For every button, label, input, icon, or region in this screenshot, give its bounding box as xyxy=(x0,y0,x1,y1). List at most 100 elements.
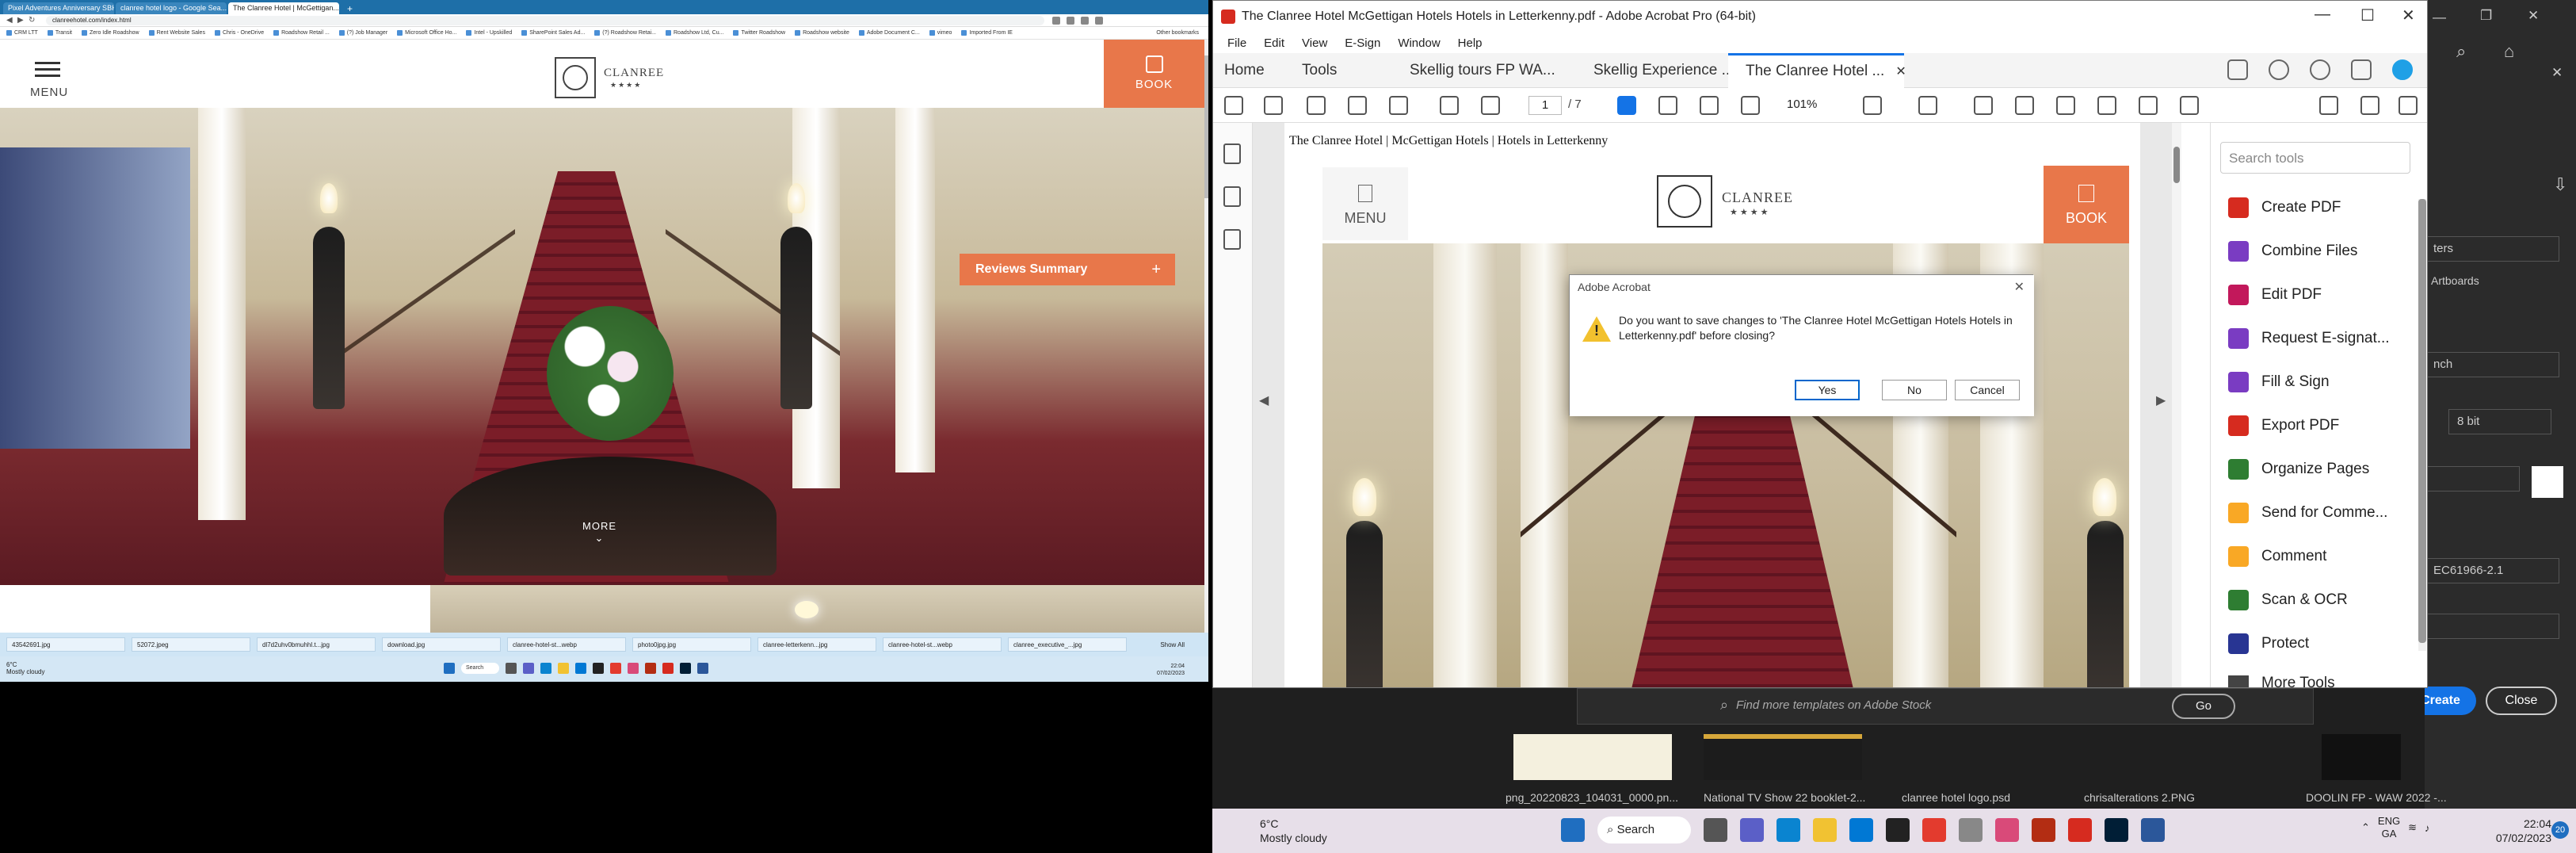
menu-esign[interactable]: E-Sign xyxy=(1345,36,1380,50)
tool-send-for-comment[interactable]: Send for Comme... xyxy=(2228,501,2387,525)
acrobat-icon[interactable] xyxy=(2068,818,2092,842)
reload-icon[interactable]: ↻ xyxy=(29,16,40,25)
hamburger-menu-icon[interactable] xyxy=(35,62,60,81)
download-item[interactable]: clanree-hotel-st...webp xyxy=(507,637,626,652)
download-item[interactable]: clanree-letterkenn...jpg xyxy=(758,637,876,652)
bit-depth-dropdown[interactable]: 8 bit xyxy=(2448,409,2551,434)
task-view-icon[interactable] xyxy=(506,663,517,674)
mail-icon[interactable] xyxy=(575,663,586,674)
extension-icon[interactable] xyxy=(1052,16,1060,25)
photoshop-icon[interactable] xyxy=(2105,818,2128,842)
tab-home[interactable]: Home xyxy=(1224,53,1265,88)
bookmark[interactable]: CRM LTT xyxy=(6,30,38,36)
template-thumbnail[interactable] xyxy=(1704,734,1862,780)
bookmark[interactable]: Roadshow website xyxy=(795,30,849,36)
bookmark[interactable]: vimeo xyxy=(929,30,952,36)
zoom-in-icon[interactable] xyxy=(1741,96,1760,115)
color-swatch[interactable] xyxy=(2532,466,2563,498)
right-clock[interactable]: 22:04 07/02/2023 xyxy=(2480,817,2551,845)
avatar[interactable] xyxy=(2392,59,2413,80)
bookmark[interactable]: (?) Roadshow Retai... xyxy=(594,30,656,36)
zoom-level[interactable]: 101% xyxy=(1787,98,1817,111)
site-menu-label[interactable]: MENU xyxy=(30,86,68,99)
bookmark[interactable]: Imported From IE xyxy=(961,30,1013,36)
wifi-icon[interactable]: ≋ xyxy=(2408,821,2417,834)
left-clock[interactable]: 22:04 07/02/2023 xyxy=(1157,663,1185,677)
menu-edit[interactable]: Edit xyxy=(1264,36,1284,50)
tool-combine-files[interactable]: Combine Files xyxy=(2228,239,2357,263)
profile-icon[interactable] xyxy=(1095,16,1103,25)
tool-scan-ocr[interactable]: Scan & OCR xyxy=(2228,588,2348,612)
scroll-mode-icon[interactable] xyxy=(1918,96,1937,115)
show-all-downloads[interactable]: Show All xyxy=(1160,641,1185,648)
bookmark[interactable]: Intel - Upskilled xyxy=(466,30,512,36)
notification-badge[interactable]: 20 xyxy=(2551,821,2569,839)
chevron-up-icon[interactable]: ⌃ xyxy=(2361,821,2370,834)
expand-right-icon[interactable]: ▶ xyxy=(2156,392,2166,408)
language-indicator[interactable]: ENG GA xyxy=(2378,815,2400,840)
tool-organize-pages[interactable]: Organize Pages xyxy=(2228,457,2369,481)
hand-icon[interactable] xyxy=(1658,96,1677,115)
explorer-icon[interactable] xyxy=(1813,818,1837,842)
template-thumbnail[interactable] xyxy=(2322,734,2401,780)
word-icon[interactable] xyxy=(697,663,708,674)
template-thumbnail[interactable] xyxy=(1513,734,1672,780)
illustrator-icon[interactable] xyxy=(645,663,656,674)
tool-edit-pdf[interactable]: Edit PDF xyxy=(2228,283,2322,307)
draw-icon[interactable] xyxy=(2056,96,2075,115)
highlight-icon[interactable] xyxy=(2015,96,2034,115)
menu-help[interactable]: Help xyxy=(1458,36,1483,50)
mail-icon[interactable] xyxy=(1849,818,1873,842)
close-icon[interactable]: ✕ xyxy=(2402,6,2415,25)
select-pointer-icon[interactable] xyxy=(1617,96,1636,115)
cancel-button[interactable]: Cancel xyxy=(1955,380,2020,400)
tab-skellig-tours[interactable]: Skellig tours FP WA... xyxy=(1410,53,1555,88)
bookmark[interactable]: SharePoint Sales Ad... xyxy=(521,30,585,36)
bookmark[interactable]: Roadshow Ltd, Cu... xyxy=(666,30,723,36)
menu-window[interactable]: Window xyxy=(1398,36,1440,50)
tool-protect[interactable]: Protect xyxy=(2228,632,2309,656)
search-icon[interactable]: ⌕ xyxy=(2456,41,2466,62)
new-tab-button[interactable]: + xyxy=(341,3,359,14)
photos-icon[interactable] xyxy=(1959,818,1983,842)
download-item[interactable]: dl7d2uhv0bmuhhl.t...jpg xyxy=(257,637,376,652)
bookmark[interactable]: (?) Job Manager xyxy=(338,30,387,36)
zoom-out-icon[interactable] xyxy=(1700,96,1719,115)
stamp-icon[interactable] xyxy=(2097,96,2116,115)
restore-icon[interactable]: ❐ xyxy=(2480,8,2492,24)
close-icon[interactable]: ✕ xyxy=(2551,65,2563,81)
tool-more-tools[interactable]: More Tools xyxy=(2228,675,2335,687)
word-icon[interactable] xyxy=(2141,818,2165,842)
chrome-tab[interactable]: clanree hotel logo - Google Sea... xyxy=(116,2,227,14)
download-item[interactable]: 43542691.jpg xyxy=(6,637,125,652)
netflix-icon[interactable] xyxy=(1886,818,1910,842)
bookmark-star-icon[interactable] xyxy=(1264,96,1283,115)
sign-icon[interactable] xyxy=(2319,96,2338,115)
reviews-summary-button[interactable]: Reviews Summary + xyxy=(960,254,1175,285)
chrome-scrollbar[interactable] xyxy=(1204,40,1208,633)
tool-request-esign[interactable]: Request E-signat... xyxy=(2228,327,2390,350)
apps-grid-icon[interactable] xyxy=(2351,59,2372,80)
minimize-icon[interactable]: — xyxy=(2433,10,2446,25)
extension-icon[interactable] xyxy=(1081,16,1089,25)
indesign-icon[interactable] xyxy=(1995,818,2019,842)
go-button[interactable]: Go xyxy=(2172,694,2235,719)
acrobat-icon[interactable] xyxy=(662,663,674,674)
photoshop-icon[interactable] xyxy=(680,663,691,674)
clanree-logo-icon[interactable] xyxy=(555,57,596,98)
taskbar-search[interactable]: ⌕ Search xyxy=(1597,817,1691,843)
yes-button[interactable]: Yes xyxy=(1795,380,1860,400)
bookmark[interactable]: Chris - OneDrive xyxy=(214,30,264,36)
color-profile-dropdown[interactable]: EC61966-2.1 xyxy=(2425,558,2559,583)
forward-icon[interactable]: ▶ xyxy=(17,16,29,25)
help-icon[interactable] xyxy=(2269,59,2289,80)
chrome-tab[interactable]: Pixel Adventures Anniversary SBH... xyxy=(3,2,114,14)
gift-icon[interactable]: ⌂ xyxy=(2504,41,2514,62)
attachment-icon[interactable] xyxy=(1223,229,1241,250)
weather-widget[interactable]: 6°C Mostly cloudy xyxy=(1260,817,1327,845)
tab-skellig-experience[interactable]: Skellig Experience ... xyxy=(1593,53,1734,88)
task-view-icon[interactable] xyxy=(1704,818,1727,842)
menu-file[interactable]: File xyxy=(1227,36,1246,50)
pages-icon[interactable] xyxy=(1223,143,1241,164)
other-bookmarks[interactable]: Other bookmarks xyxy=(1156,30,1199,36)
